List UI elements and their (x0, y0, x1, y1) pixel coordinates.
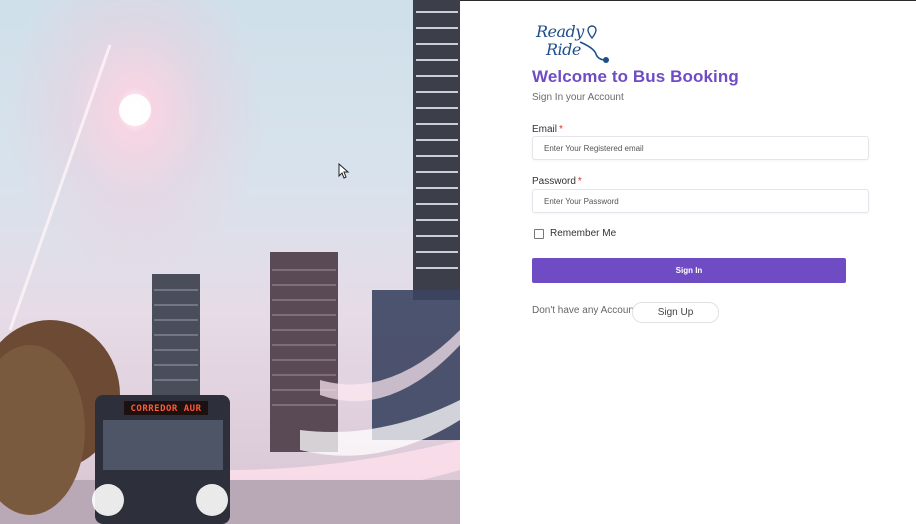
remember-me[interactable]: Remember Me (534, 228, 616, 239)
remember-me-label: Remember Me (550, 228, 617, 239)
required-marker: * (559, 124, 563, 135)
password-field[interactable] (533, 190, 864, 212)
no-account-text: Don't have any Account? (532, 305, 643, 316)
brand-logo: Ready Ride (534, 22, 614, 66)
required-marker: * (577, 176, 582, 187)
email-field[interactable] (533, 137, 864, 159)
email-field-wrapper (532, 136, 869, 160)
hero-image: CORREDOR AUR (0, 0, 460, 524)
password-field-wrapper (532, 189, 869, 213)
route-pin-icon (579, 25, 609, 63)
password-label: Password * (532, 176, 582, 187)
bus-destination-sign: CORREDOR AUR (130, 404, 202, 414)
page-subtitle: Sign In your Account (532, 92, 624, 103)
password-label-text: Password (532, 176, 576, 187)
city-bus-illustration (0, 0, 460, 524)
mouse-cursor-icon (338, 163, 350, 179)
email-label-text: Email (532, 124, 558, 135)
email-label: Email * (532, 124, 563, 135)
page-title: Welcome to Bus Booking (532, 67, 739, 86)
sign-in-button[interactable]: Sign In (532, 258, 846, 283)
sign-up-button[interactable]: Sign Up (632, 302, 719, 323)
remember-me-checkbox[interactable] (534, 228, 544, 239)
